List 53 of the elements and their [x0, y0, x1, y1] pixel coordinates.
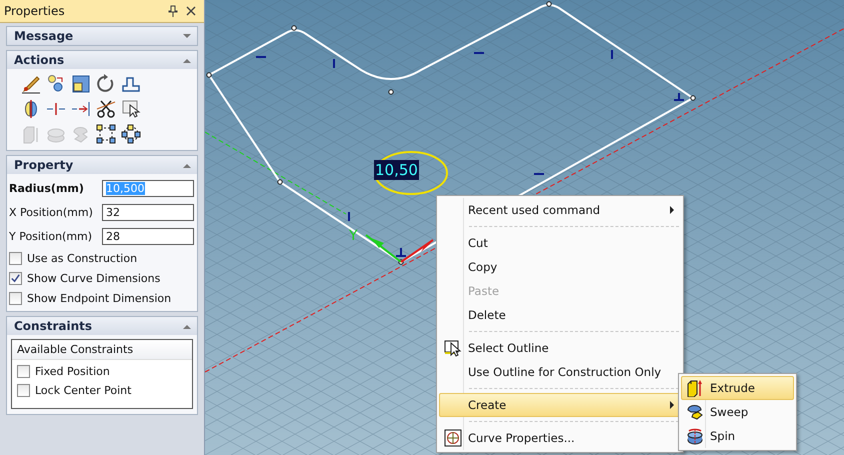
nodes-circle-icon[interactable]	[121, 124, 141, 144]
checkbox-label[interactable]: Use as Construction	[27, 252, 138, 265]
close-icon[interactable]	[186, 6, 196, 16]
checkbox-label[interactable]: Show Curve Dimensions	[27, 272, 160, 285]
menu-item[interactable]: Use Outline for Construction Only	[439, 360, 681, 384]
collapse-icon[interactable]	[183, 324, 191, 328]
extrude-icon	[686, 379, 704, 397]
section-header[interactable]: Property	[7, 156, 197, 174]
field-label: Y Position(mm)	[9, 230, 94, 243]
extend-icon[interactable]	[71, 99, 91, 119]
field-label: Radius(mm)	[9, 182, 85, 195]
field-label: X Position(mm)	[9, 206, 94, 219]
expand-icon[interactable]	[183, 34, 191, 38]
scissors-icon[interactable]	[96, 99, 116, 119]
menu-item[interactable]: Extrude	[681, 376, 794, 400]
nodes-square-icon[interactable]	[96, 124, 116, 144]
spin-icon	[686, 427, 704, 445]
checkbox[interactable]	[9, 252, 22, 265]
checkbox-label[interactable]: Fixed Position	[35, 365, 110, 378]
menu-item[interactable]: Delete	[439, 303, 681, 327]
section-header[interactable]: Constraints	[7, 317, 197, 335]
panel-title: Properties	[4, 4, 66, 18]
collapse-icon[interactable]	[183, 162, 191, 168]
pointer-icon	[444, 339, 462, 357]
checkbox[interactable]	[9, 292, 22, 305]
menu-item[interactable]: Spin	[681, 424, 794, 448]
rotate-icon[interactable]	[96, 74, 116, 94]
menu-item[interactable]: Sweep	[681, 400, 794, 424]
pointer-icon[interactable]	[121, 99, 141, 119]
checkbox-label[interactable]: Show Endpoint Dimension	[27, 292, 172, 305]
input-field[interactable]: 32	[102, 204, 194, 221]
checkbox[interactable]	[17, 384, 30, 397]
axis-label: Y	[349, 228, 358, 244]
checkbox[interactable]	[17, 365, 30, 378]
checkbox-label[interactable]: Lock Center Point	[35, 384, 132, 397]
collapse-icon[interactable]	[183, 58, 191, 62]
crosshair-icon	[444, 429, 462, 447]
square-icon[interactable]	[71, 74, 91, 94]
menu-item[interactable]: Curve Properties...	[439, 426, 681, 450]
axis-arrows-drawing	[365, 234, 434, 263]
checkbox[interactable]	[9, 272, 22, 285]
section-header[interactable]: Message	[7, 27, 197, 45]
menu-item[interactable]: Recent used command	[439, 198, 681, 222]
dimension-value[interactable]: 10,50	[374, 160, 419, 180]
brush-icon[interactable]	[21, 74, 41, 94]
menu-item[interactable]: Create	[439, 393, 681, 417]
menu-item[interactable]: Copy	[439, 255, 681, 279]
input-field[interactable]: 28	[102, 228, 194, 245]
sweep-icon	[686, 403, 704, 421]
section-header[interactable]: Actions	[7, 51, 197, 69]
pin-icon[interactable]	[168, 5, 178, 17]
menu-item[interactable]: Cut	[439, 231, 681, 255]
menu-item[interactable]: Select Outline	[439, 336, 681, 360]
